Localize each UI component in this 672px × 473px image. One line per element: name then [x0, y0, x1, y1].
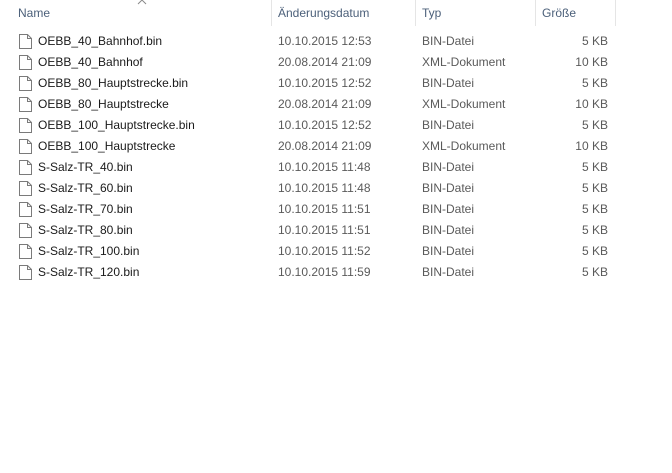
file-row[interactable]: OEBB_80_Hauptstrecke.bin 10.10.2015 12:5…: [0, 73, 672, 94]
file-row[interactable]: S-Salz-TR_40.bin 10.10.2015 11:48 BIN-Da…: [0, 157, 672, 178]
file-size: 5 KB: [581, 265, 608, 279]
file-name: S-Salz-TR_120.bin: [38, 265, 140, 279]
file-name: OEBB_100_Hauptstrecke: [38, 139, 176, 153]
column-header-date-label: Änderungsdatum: [278, 6, 370, 20]
file-size: 5 KB: [581, 118, 608, 132]
file-type: BIN-Datei: [422, 34, 475, 48]
file-name: S-Salz-TR_70.bin: [38, 202, 133, 216]
column-header-name-label: Name: [18, 6, 51, 20]
file-type: BIN-Datei: [422, 181, 475, 195]
file-modified-date: 20.08.2014 21:09: [278, 139, 372, 153]
file-type: XML-Dokument: [422, 139, 506, 153]
file-modified-date: 10.10.2015 12:53: [278, 34, 372, 48]
file-modified-date: 10.10.2015 11:51: [278, 202, 371, 216]
file-modified-date: 10.10.2015 11:51: [278, 223, 371, 237]
file-size: 5 KB: [581, 181, 608, 195]
file-modified-date: 10.10.2015 12:52: [278, 118, 372, 132]
column-header-size-label: Größe: [542, 6, 577, 20]
file-type: BIN-Datei: [422, 244, 475, 258]
file-name: S-Salz-TR_100.bin: [38, 244, 140, 258]
file-modified-date: 20.08.2014 21:09: [278, 55, 372, 69]
file-row[interactable]: S-Salz-TR_60.bin 10.10.2015 11:48 BIN-Da…: [0, 178, 672, 199]
file-icon: [19, 244, 32, 259]
file-size: 5 KB: [581, 223, 608, 237]
file-row[interactable]: OEBB_40_Bahnhof.bin 10.10.2015 12:53 BIN…: [0, 31, 672, 52]
file-size: 5 KB: [581, 160, 608, 174]
file-modified-date: 10.10.2015 11:59: [278, 265, 371, 279]
file-name: OEBB_100_Hauptstrecke.bin: [38, 118, 195, 132]
file-name: S-Salz-TR_80.bin: [38, 223, 133, 237]
file-row[interactable]: S-Salz-TR_100.bin 10.10.2015 11:52 BIN-D…: [0, 241, 672, 262]
file-row[interactable]: S-Salz-TR_120.bin 10.10.2015 11:59 BIN-D…: [0, 262, 672, 283]
file-icon: [19, 223, 32, 238]
file-icon: [19, 97, 32, 112]
file-name: S-Salz-TR_40.bin: [38, 160, 133, 174]
file-type: BIN-Datei: [422, 160, 475, 174]
file-icon: [19, 160, 32, 175]
file-size: 10 KB: [575, 55, 608, 69]
file-type: XML-Dokument: [422, 55, 506, 69]
file-icon: [19, 139, 32, 154]
column-header-date[interactable]: Änderungsdatum: [272, 0, 416, 26]
file-icon: [19, 181, 32, 196]
file-row[interactable]: S-Salz-TR_70.bin 10.10.2015 11:51 BIN-Da…: [0, 199, 672, 220]
file-icon: [19, 76, 32, 91]
file-name: OEBB_40_Bahnhof: [38, 55, 143, 69]
file-modified-date: 20.08.2014 21:09: [278, 97, 372, 111]
file-name: OEBB_80_Hauptstrecke: [38, 97, 169, 111]
file-size: 5 KB: [581, 244, 608, 258]
file-name: OEBB_80_Hauptstrecke.bin: [38, 76, 189, 90]
file-icon: [19, 55, 32, 70]
file-size: 5 KB: [581, 76, 608, 90]
file-row[interactable]: S-Salz-TR_80.bin 10.10.2015 11:51 BIN-Da…: [0, 220, 672, 241]
file-type: BIN-Datei: [422, 202, 475, 216]
file-name: OEBB_40_Bahnhof.bin: [38, 34, 163, 48]
column-header-type-label: Typ: [422, 6, 442, 20]
file-size: 5 KB: [581, 34, 608, 48]
file-row[interactable]: OEBB_100_Hauptstrecke 20.08.2014 21:09 X…: [0, 136, 672, 157]
file-icon: [19, 202, 32, 217]
file-list: OEBB_40_Bahnhof.bin 10.10.2015 12:53 BIN…: [0, 31, 672, 283]
file-size: 10 KB: [575, 97, 608, 111]
file-type: XML-Dokument: [422, 97, 506, 111]
column-header-name[interactable]: Name: [12, 0, 272, 26]
file-icon: [19, 118, 32, 133]
file-size: 10 KB: [575, 139, 608, 153]
file-row[interactable]: OEBB_80_Hauptstrecke 20.08.2014 21:09 XM…: [0, 94, 672, 115]
file-modified-date: 10.10.2015 11:48: [278, 160, 371, 174]
file-modified-date: 10.10.2015 11:48: [278, 181, 371, 195]
column-header-type[interactable]: Typ: [416, 0, 536, 26]
file-icon: [19, 34, 32, 49]
file-modified-date: 10.10.2015 12:52: [278, 76, 372, 90]
file-icon: [19, 265, 32, 280]
file-row[interactable]: OEBB_100_Hauptstrecke.bin 10.10.2015 12:…: [0, 115, 672, 136]
file-type: BIN-Datei: [422, 76, 475, 90]
file-list-view: Name Änderungsdatum Typ Größe OEBB_40_Ba…: [0, 0, 672, 473]
file-name: S-Salz-TR_60.bin: [38, 181, 133, 195]
file-type: BIN-Datei: [422, 265, 475, 279]
file-row[interactable]: OEBB_40_Bahnhof 20.08.2014 21:09 XML-Dok…: [0, 52, 672, 73]
column-header-bar: Name Änderungsdatum Typ Größe: [0, 0, 672, 26]
file-type: BIN-Datei: [422, 223, 475, 237]
file-modified-date: 10.10.2015 11:52: [278, 244, 371, 258]
column-header-size[interactable]: Größe: [536, 0, 616, 26]
file-size: 5 KB: [581, 202, 608, 216]
file-type: BIN-Datei: [422, 118, 475, 132]
